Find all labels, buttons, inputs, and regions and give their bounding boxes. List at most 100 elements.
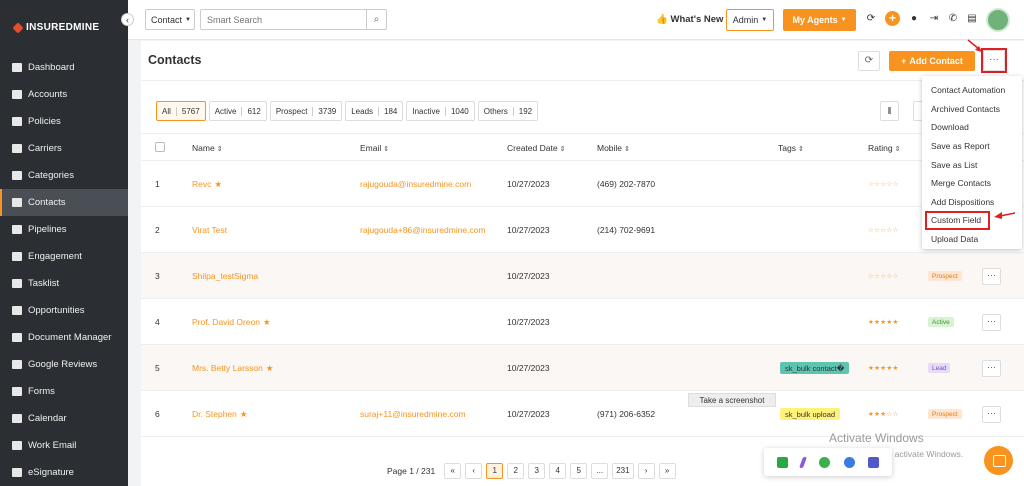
contact-name-link[interactable]: Virat Test bbox=[192, 225, 227, 235]
contact-name-link[interactable]: Mrs. Betty Larsson bbox=[192, 363, 263, 373]
rating-stars[interactable]: ☆☆☆☆☆ bbox=[868, 180, 899, 188]
filter-active[interactable]: Active 612 bbox=[208, 101, 267, 121]
filter-leads[interactable]: Leads 184 bbox=[345, 101, 404, 121]
sidebar-item-google-reviews[interactable]: Google Reviews bbox=[0, 351, 128, 378]
search-input[interactable] bbox=[201, 10, 361, 29]
sidebar-item-policies[interactable]: Policies bbox=[0, 108, 128, 135]
page-button[interactable]: 5 bbox=[570, 463, 588, 479]
contact-email-link[interactable]: rajugouda@insuredmine.com bbox=[360, 161, 471, 207]
menu-item-custom-field[interactable]: Custom Field bbox=[925, 211, 990, 230]
sidebar-item-forms[interactable]: Forms bbox=[0, 378, 128, 405]
table-row[interactable]: 5 Mrs. Betty Larsson ★ 10/27/2023 sk_bulk… bbox=[141, 345, 1024, 391]
sidebar-item-contacts[interactable]: Contacts bbox=[0, 189, 128, 216]
menu-item-merge-contacts[interactable]: Merge Contacts bbox=[922, 174, 1022, 193]
sidebar-item-carriers[interactable]: Carriers bbox=[0, 135, 128, 162]
sidebar-item-work-email[interactable]: Work Email bbox=[0, 432, 128, 459]
filter-inactive[interactable]: Inactive 1040 bbox=[406, 101, 475, 121]
menu-item-save-as-list[interactable]: Save as List bbox=[922, 155, 1022, 174]
sidebar-item-tasklist[interactable]: Tasklist bbox=[0, 270, 128, 297]
column-header-mobile[interactable]: Mobile ⇕ bbox=[597, 143, 630, 153]
divider bbox=[141, 80, 1024, 81]
security-icon[interactable] bbox=[843, 456, 855, 468]
rating-stars[interactable]: ☆☆☆☆☆ bbox=[868, 272, 899, 280]
sidebar-item-calendar[interactable]: Calendar bbox=[0, 405, 128, 432]
menu-item-download[interactable]: Download bbox=[922, 118, 1022, 137]
sidebar-item-pipelines[interactable]: Pipelines bbox=[0, 216, 128, 243]
row-more-button[interactable]: ··· bbox=[982, 267, 1001, 285]
column-header-rating[interactable]: Rating ⇕ bbox=[868, 143, 900, 153]
whats-new-link[interactable]: 👍 What's New bbox=[656, 14, 723, 25]
rating-stars[interactable]: ★★★☆☆ bbox=[868, 410, 899, 418]
table-row[interactable]: 2 Virat Test rajugouda+86@insuredmine.co… bbox=[141, 207, 1024, 253]
select-all-checkbox[interactable] bbox=[155, 142, 165, 152]
page-button[interactable]: 1 bbox=[486, 463, 504, 479]
column-label: Tags bbox=[778, 143, 796, 153]
filter-all[interactable]: All 5767 bbox=[156, 101, 206, 121]
shield-check-icon[interactable] bbox=[776, 456, 788, 468]
row-more-button[interactable]: ··· bbox=[982, 313, 1001, 331]
contact-name-link[interactable]: Shilpa_testSigma bbox=[192, 271, 258, 281]
my-agents-button[interactable]: My Agents ▼ bbox=[783, 9, 856, 31]
sync-icon[interactable]: ⟳ bbox=[865, 13, 877, 25]
rating-stars[interactable]: ★★★★★ bbox=[868, 318, 899, 326]
avatar[interactable] bbox=[986, 8, 1010, 32]
column-header-created-date[interactable]: Created Date ⇕ bbox=[507, 143, 565, 153]
sidebar-item-dashboard[interactable]: Dashboard bbox=[0, 54, 128, 81]
column-header-tags[interactable]: Tags ⇕ bbox=[778, 143, 804, 153]
contact-email-link[interactable]: suraj+11@insuredmine.com bbox=[360, 391, 466, 437]
next-page-button[interactable]: › bbox=[637, 463, 655, 479]
contact-name-link[interactable]: Prof. David Oreon bbox=[192, 317, 260, 327]
search-icon[interactable]: ⌕ bbox=[366, 10, 386, 29]
row-more-button[interactable]: ··· bbox=[982, 405, 1001, 423]
page-button[interactable]: 3 bbox=[528, 463, 546, 479]
menu-item-save-as-report[interactable]: Save as Report bbox=[922, 137, 1022, 156]
menu-item-upload-data[interactable]: Upload Data bbox=[922, 230, 1022, 249]
refresh-icon[interactable]: ⟳ bbox=[858, 51, 880, 71]
prev-page-button[interactable]: ‹ bbox=[465, 463, 483, 479]
columns-icon[interactable]: ⦀ bbox=[880, 101, 899, 121]
contact-name-link[interactable]: Dr. Stephen bbox=[192, 409, 237, 419]
role-select[interactable]: Admin ▼ bbox=[726, 9, 774, 31]
contact-email-link[interactable]: rajugouda+86@insuredmine.com bbox=[360, 207, 486, 253]
pen-icon[interactable] bbox=[799, 456, 808, 468]
sidebar-item-document-manager[interactable]: Document Manager bbox=[0, 324, 128, 351]
sidebar-item-accounts[interactable]: Accounts bbox=[0, 81, 128, 108]
sidebar-item-label: Document Manager bbox=[28, 332, 112, 343]
filter-others[interactable]: Others 192 bbox=[477, 101, 539, 121]
table-row[interactable]: 4 Prof. David Oreon ★ 10/27/2023 ★★★★★ Ac… bbox=[141, 299, 1024, 345]
brand-logo[interactable]: INSUREDMINE bbox=[12, 21, 99, 34]
first-page-button[interactable]: « bbox=[444, 463, 462, 479]
google-icon bbox=[12, 360, 22, 369]
add-contact-button[interactable]: + Add Contact bbox=[889, 51, 975, 71]
search-scope-select[interactable]: Contact ▼ bbox=[145, 9, 195, 30]
column-header-name[interactable]: Name ⇕ bbox=[192, 143, 223, 153]
rating-stars[interactable]: ☆☆☆☆☆ bbox=[868, 226, 899, 234]
sidebar-item-categories[interactable]: Categories bbox=[0, 162, 128, 189]
chevron-left-icon[interactable]: ‹ bbox=[121, 13, 134, 26]
menu-item-contact-automation[interactable]: Contact Automation bbox=[922, 81, 1022, 100]
rating-stars[interactable]: ★★★★★ bbox=[868, 364, 899, 372]
plus-icon[interactable]: + bbox=[885, 11, 900, 26]
contact-name-link[interactable]: Revc bbox=[192, 179, 211, 189]
last-page-button[interactable]: » bbox=[658, 463, 676, 479]
chat-icon[interactable] bbox=[984, 446, 1013, 475]
page-button[interactable]: 2 bbox=[507, 463, 525, 479]
row-more-button[interactable]: ··· bbox=[982, 359, 1001, 377]
page-button[interactable]: 231 bbox=[612, 463, 634, 479]
table-row[interactable]: 3 Shilpa_testSigma 10/27/2023 ☆☆☆☆☆ Pros… bbox=[141, 253, 1024, 299]
page-button[interactable]: 4 bbox=[549, 463, 567, 479]
menu-item-archived-contacts[interactable]: Archived Contacts bbox=[922, 100, 1022, 119]
phone-icon[interactable]: ✆ bbox=[947, 13, 959, 25]
recycle-icon[interactable] bbox=[818, 456, 830, 468]
sidebar-item-esignature[interactable]: eSignature bbox=[0, 459, 128, 486]
bell-icon[interactable]: ● bbox=[908, 13, 920, 25]
teams-icon[interactable] bbox=[868, 456, 880, 468]
tag-chip: sk_bulk contact� bbox=[780, 362, 850, 374]
table-row[interactable]: 1 Revc ★ rajugouda@insuredmine.com 10/27/… bbox=[141, 161, 1024, 207]
logout-icon[interactable]: ⇥ bbox=[928, 13, 940, 25]
calculator-icon[interactable]: ▤ bbox=[966, 13, 978, 25]
filter-prospect[interactable]: Prospect 3739 bbox=[269, 101, 343, 121]
sidebar-item-opportunities[interactable]: Opportunities bbox=[0, 297, 128, 324]
sidebar-item-engagement[interactable]: Engagement bbox=[0, 243, 128, 270]
column-header-email[interactable]: Email ⇕ bbox=[360, 143, 389, 153]
